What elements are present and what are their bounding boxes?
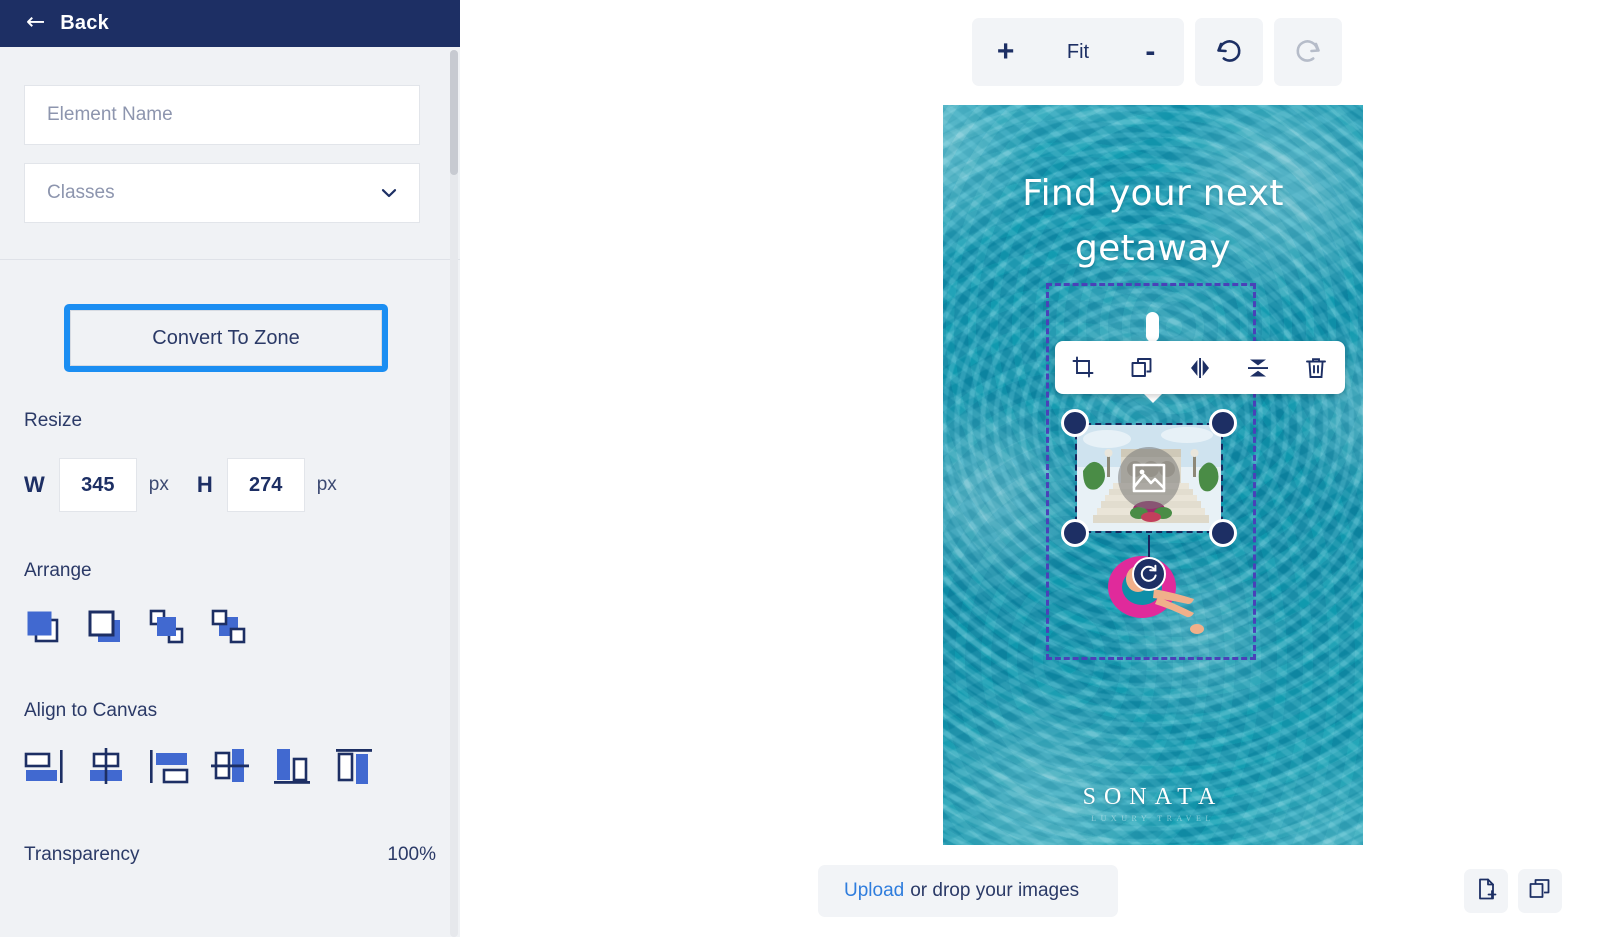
zoom-out-button[interactable]: - <box>1122 18 1178 86</box>
zoom-fit-button[interactable]: Fit <box>1045 18 1111 86</box>
poster-headline-text[interactable]: Find your next getaway <box>943 167 1363 276</box>
page-actions <box>1464 869 1562 913</box>
convert-to-zone-button[interactable]: Convert To Zone <box>64 304 388 372</box>
rotate-icon[interactable] <box>1132 557 1166 591</box>
classes-select-label: Classes <box>47 182 115 203</box>
arrow-left-icon[interactable]: ← <box>26 11 45 34</box>
resize-controls: W 345 px H 274 px <box>0 458 460 512</box>
duplicate-page-button[interactable] <box>1518 869 1562 913</box>
crop-icon[interactable] <box>1062 346 1106 390</box>
resize-handle-top-left[interactable] <box>1061 409 1089 437</box>
align-center-horizontal-icon[interactable] <box>84 742 146 790</box>
resize-section-label: Resize <box>24 410 83 431</box>
convert-to-zone-label: Convert To Zone <box>70 310 382 366</box>
editor-main: + Fit - Find your next getaway SONATA LU… <box>460 0 1600 937</box>
brand-name-text: SONATA <box>1082 784 1224 810</box>
back-button-label[interactable]: Back <box>60 12 109 35</box>
undo-button[interactable] <box>1195 18 1263 86</box>
zoom-in-button[interactable]: + <box>978 18 1034 86</box>
send-backward-icon[interactable] <box>208 604 270 650</box>
upload-hint-text: or drop your images <box>910 880 1080 901</box>
flip-vertical-icon[interactable] <box>1236 346 1280 390</box>
align-button-row <box>0 742 460 790</box>
delete-icon[interactable] <box>1294 346 1338 390</box>
chevron-down-icon <box>381 185 397 201</box>
duplicate-page-icon <box>1528 877 1552 906</box>
poster-brand: SONATA LUXURY TRAVEL <box>943 784 1363 823</box>
properties-sidebar: ← Back Classes Convert To Zone Resize W <box>0 0 460 937</box>
height-label: H <box>196 472 213 497</box>
height-input[interactable]: 274 <box>226 458 305 512</box>
bring-to-front-icon[interactable] <box>22 604 84 650</box>
align-middle-vertical-icon[interactable] <box>208 742 270 790</box>
sidebar-scrollbar-thumb[interactable] <box>450 50 458 175</box>
upload-dropzone[interactable]: Upload or drop your images <box>818 865 1118 917</box>
send-to-back-icon[interactable] <box>84 604 146 650</box>
redo-button[interactable] <box>1274 18 1342 86</box>
bottom-bar: Upload or drop your images <box>460 845 1600 937</box>
align-left-icon[interactable] <box>22 742 84 790</box>
resize-handle-top-right[interactable] <box>1209 409 1237 437</box>
classes-field-wrap: Classes <box>0 163 460 223</box>
resize-handle-bottom-right[interactable] <box>1209 519 1237 547</box>
element-name-input[interactable] <box>24 85 420 145</box>
add-page-icon <box>1474 877 1498 906</box>
height-unit: px <box>316 474 337 495</box>
resize-handle-bottom-left[interactable] <box>1061 519 1089 547</box>
brand-tagline-text: LUXURY TRAVEL <box>1091 814 1215 823</box>
element-name-field-wrap <box>0 85 460 145</box>
align-top-icon[interactable] <box>332 742 394 790</box>
bring-forward-icon[interactable] <box>146 604 208 650</box>
zoom-toolbar: + Fit - <box>972 18 1342 86</box>
selected-image-element[interactable] <box>1061 409 1237 591</box>
sidebar-scrollbar-track[interactable] <box>450 50 458 937</box>
upload-link[interactable]: Upload <box>844 880 904 902</box>
width-input[interactable]: 345 <box>58 458 137 512</box>
image-placeholder-icon[interactable] <box>1118 447 1180 509</box>
duplicate-icon[interactable] <box>1120 346 1164 390</box>
classes-select[interactable]: Classes <box>24 163 420 223</box>
section-divider <box>0 259 460 260</box>
width-label: W <box>24 472 45 497</box>
arrange-section-label: Arrange <box>24 560 92 581</box>
transparency-value: 100% <box>387 844 436 865</box>
height-group: H 274 px <box>197 458 337 512</box>
undo-icon <box>1212 33 1246 72</box>
add-page-button[interactable] <box>1464 869 1508 913</box>
transparency-label: Transparency <box>24 844 140 865</box>
redo-icon <box>1291 33 1325 72</box>
context-toolbar-pin <box>1146 312 1159 342</box>
zoom-controls-group: + Fit - <box>972 18 1184 86</box>
arrange-button-row <box>0 604 460 650</box>
convert-to-zone-wrap: Convert To Zone <box>0 304 460 372</box>
align-bottom-icon[interactable] <box>270 742 332 790</box>
transparency-row: Transparency 100% <box>0 844 460 866</box>
sidebar-scroll-area: Classes Convert To Zone Resize W 345 px … <box>0 47 460 937</box>
poster-canvas[interactable]: Find your next getaway SONATA LUXURY TRA… <box>943 105 1363 845</box>
align-right-icon[interactable] <box>146 742 208 790</box>
flip-horizontal-icon[interactable] <box>1178 346 1222 390</box>
width-unit: px <box>148 474 169 495</box>
element-context-toolbar <box>1055 341 1345 394</box>
poster-artboard[interactable]: Find your next getaway SONATA LUXURY TRA… <box>943 105 1363 845</box>
align-section-label: Align to Canvas <box>24 700 158 721</box>
sidebar-header: ← Back <box>0 0 460 47</box>
